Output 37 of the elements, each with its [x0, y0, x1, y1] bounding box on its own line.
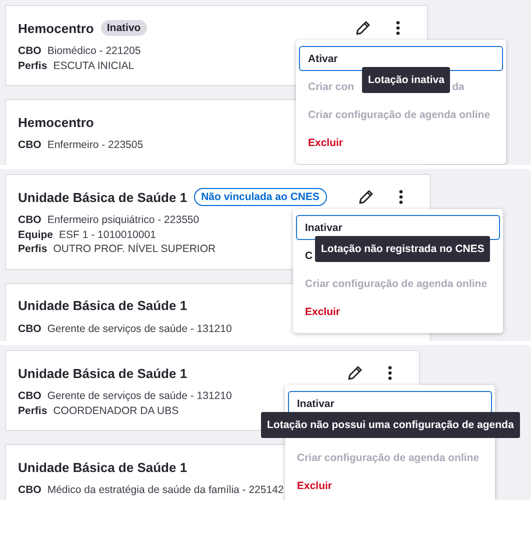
- field-value: Gerente de serviços de saúde - 131210: [47, 389, 232, 404]
- field-label: CBO: [18, 138, 42, 152]
- field-value: ESCUTA INICIAL: [53, 58, 134, 73]
- card-title: Hemocentro: [18, 114, 94, 130]
- field-label: Equipe: [18, 228, 54, 242]
- field-value: Médico da estratégia de saúde da família - 225142: [47, 483, 284, 498]
- tooltip: Lotação não registrada no CNES: [315, 236, 490, 262]
- field-label: CBO: [18, 213, 42, 228]
- status-badge: Não vinculada ao CNES: [194, 188, 327, 206]
- menu-item[interactable]: Excluir: [296, 299, 500, 324]
- field-label: Perfis: [18, 404, 48, 418]
- card-title: Hemocentro: [18, 20, 94, 36]
- field-label: CBO: [18, 483, 42, 498]
- card-title: Unidade Básica de Saúde 1: [18, 366, 188, 380]
- field-value: Gerente de serviços de saúde - 131210: [47, 322, 232, 336]
- field-value: OUTRO PROF. NÍVEL SUPERIOR: [53, 242, 216, 256]
- edit-icon[interactable]: [354, 19, 372, 37]
- field-value: Enfermeiro psiquiátrico - 223550: [47, 213, 200, 228]
- status-badge: Inativo: [100, 20, 147, 36]
- tooltip: Lotação não possui uma configuração de agenda: [261, 412, 520, 438]
- edit-icon[interactable]: [357, 188, 375, 206]
- card-title: Unidade Básica de Saúde 1: [18, 460, 188, 474]
- edit-icon[interactable]: [346, 364, 364, 382]
- field-value: COORDENADOR DA UBS: [53, 404, 179, 418]
- field-value: ESF 1 - 1010010001: [59, 228, 156, 242]
- card-title: Unidade Básica de Saúde 1: [18, 298, 188, 313]
- card-title: Unidade Básica de Saúde 1: [18, 190, 188, 204]
- field-label: CBO: [18, 389, 42, 404]
- field-label: Perfis: [18, 58, 48, 73]
- field-label: CBO: [18, 44, 42, 58]
- field-label: Perfis: [18, 242, 48, 256]
- field-value: Enfermeiro - 223505: [47, 138, 144, 152]
- field-value: Biomédico - 221205: [47, 44, 141, 58]
- tooltip: Lotação inativa: [362, 67, 450, 93]
- field-label: CBO: [18, 322, 42, 336]
- menu-item[interactable]: Excluir: [299, 130, 503, 155]
- menu-item[interactable]: Excluir: [288, 473, 492, 498]
